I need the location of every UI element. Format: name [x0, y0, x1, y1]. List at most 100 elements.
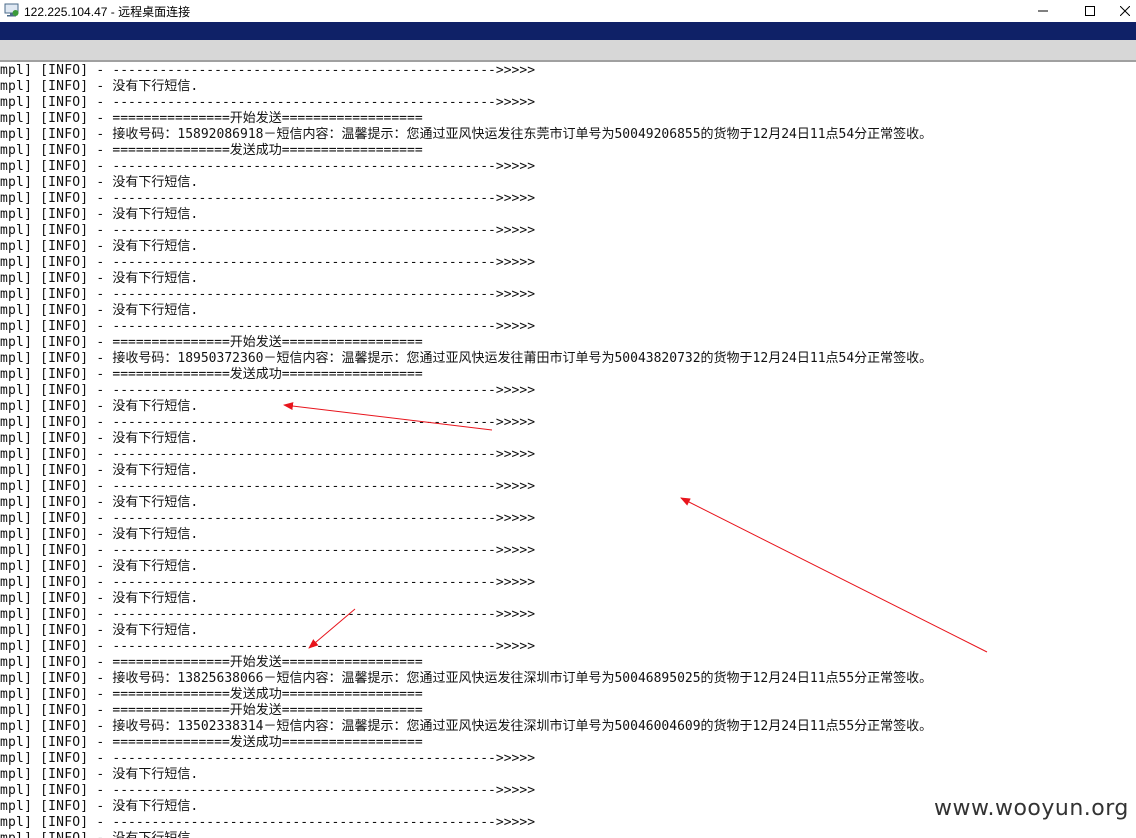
- log-line: mpl] [INFO] - --------------------------…: [0, 751, 535, 767]
- console-toolbar: [0, 40, 1136, 62]
- log-message: ----------------------------------------…: [112, 607, 536, 622]
- log-line: mpl] [INFO] - 没有下行短信.: [0, 303, 198, 319]
- log-prefix: mpl] [INFO] -: [0, 511, 113, 526]
- log-line: mpl] [INFO] - 没有下行短信.: [0, 495, 198, 511]
- log-prefix: mpl] [INFO] -: [0, 143, 113, 158]
- log-prefix: mpl] [INFO] -: [0, 687, 113, 702]
- log-prefix: mpl] [INFO] -: [0, 479, 113, 494]
- log-prefix: mpl] [INFO] -: [0, 639, 113, 654]
- log-prefix: mpl] [INFO] -: [0, 191, 113, 206]
- log-prefix: mpl] [INFO] -: [0, 111, 113, 126]
- log-message: ----------------------------------------…: [112, 447, 536, 462]
- log-line: mpl] [INFO] - 没有下行短信.: [0, 239, 198, 255]
- log-message: ----------------------------------------…: [112, 575, 536, 590]
- log-line: mpl] [INFO] - ===============发送成功=======…: [0, 367, 423, 383]
- log-prefix: mpl] [INFO] -: [0, 399, 113, 414]
- log-line: mpl] [INFO] - --------------------------…: [0, 783, 535, 799]
- log-line: mpl] [INFO] - --------------------------…: [0, 639, 535, 655]
- log-message: ===============开始发送==================: [112, 703, 423, 718]
- log-prefix: mpl] [INFO] -: [0, 367, 113, 382]
- log-line: mpl] [INFO] - 没有下行短信.: [0, 623, 198, 639]
- window-titlebar[interactable]: 122.225.104.47 - 远程桌面连接: [0, 0, 1136, 22]
- log-line: mpl] [INFO] - --------------------------…: [0, 255, 535, 271]
- console-output[interactable]: mpl] [INFO] - --------------------------…: [0, 62, 1136, 838]
- log-line: mpl] [INFO] - 接收号码：18950372360－短信内容：温馨提示…: [0, 351, 932, 367]
- log-prefix: mpl] [INFO] -: [0, 543, 113, 558]
- log-message: 没有下行短信.: [112, 591, 199, 606]
- log-prefix: mpl] [INFO] -: [0, 127, 113, 142]
- log-line: mpl] [INFO] - 没有下行短信.: [0, 79, 198, 95]
- log-prefix: mpl] [INFO] -: [0, 383, 113, 398]
- log-line: mpl] [INFO] - --------------------------…: [0, 815, 535, 831]
- log-message: ===============开始发送==================: [112, 111, 423, 126]
- log-line: mpl] [INFO] - --------------------------…: [0, 191, 535, 207]
- log-prefix: mpl] [INFO] -: [0, 751, 113, 766]
- log-line: mpl] [INFO] - --------------------------…: [0, 511, 535, 527]
- log-message: ----------------------------------------…: [112, 255, 536, 270]
- log-line: mpl] [INFO] - 没有下行短信.: [0, 431, 198, 447]
- log-line: mpl] [INFO] - ===============发送成功=======…: [0, 687, 423, 703]
- log-prefix: mpl] [INFO] -: [0, 415, 113, 430]
- log-line: mpl] [INFO] - --------------------------…: [0, 415, 535, 431]
- log-message: 没有下行短信.: [112, 495, 199, 510]
- log-message: ----------------------------------------…: [112, 223, 536, 238]
- log-line: mpl] [INFO] - 没有下行短信.: [0, 831, 198, 838]
- log-prefix: mpl] [INFO] -: [0, 735, 113, 750]
- log-message: 接收号码：13502338314－短信内容：温馨提示：您通过亚风快运发往深圳市订…: [112, 719, 933, 734]
- watermark: www.wooyun.org: [930, 796, 1133, 821]
- log-prefix: mpl] [INFO] -: [0, 655, 113, 670]
- minimize-icon: [1038, 10, 1048, 12]
- log-message: ===============发送成功==================: [112, 367, 423, 382]
- log-line: mpl] [INFO] - ===============开始发送=======…: [0, 703, 423, 719]
- log-message: ----------------------------------------…: [112, 415, 536, 430]
- window-title: 122.225.104.47 - 远程桌面连接: [24, 5, 191, 19]
- log-message: 没有下行短信.: [112, 303, 199, 318]
- log-line: mpl] [INFO] - --------------------------…: [0, 319, 535, 335]
- log-prefix: mpl] [INFO] -: [0, 559, 113, 574]
- log-prefix: mpl] [INFO] -: [0, 591, 113, 606]
- log-line: mpl] [INFO] - ===============发送成功=======…: [0, 735, 423, 751]
- log-message: 没有下行短信.: [112, 527, 199, 542]
- log-line: mpl] [INFO] - --------------------------…: [0, 95, 535, 111]
- log-line: mpl] [INFO] - 没有下行短信.: [0, 799, 198, 815]
- remote-session-bar: [0, 22, 1136, 40]
- log-prefix: mpl] [INFO] -: [0, 319, 113, 334]
- log-line: mpl] [INFO] - 没有下行短信.: [0, 591, 198, 607]
- log-prefix: mpl] [INFO] -: [0, 239, 113, 254]
- log-prefix: mpl] [INFO] -: [0, 831, 112, 838]
- log-prefix: mpl] [INFO] -: [0, 287, 113, 302]
- log-prefix: mpl] [INFO] -: [0, 463, 113, 478]
- log-message: ----------------------------------------…: [112, 159, 536, 174]
- log-prefix: mpl] [INFO] -: [0, 207, 113, 222]
- log-message: 没有下行短信.: [112, 207, 199, 222]
- log-prefix: mpl] [INFO] -: [0, 95, 113, 110]
- log-message: 没有下行短信.: [112, 463, 199, 478]
- log-line: mpl] [INFO] - --------------------------…: [0, 159, 535, 175]
- log-prefix: mpl] [INFO] -: [0, 575, 113, 590]
- close-button[interactable]: [1113, 0, 1136, 22]
- log-line: mpl] [INFO] - --------------------------…: [0, 447, 535, 463]
- log-message: ----------------------------------------…: [112, 815, 536, 830]
- log-line: mpl] [INFO] - 接收号码：13825638066－短信内容：温馨提示…: [0, 671, 932, 687]
- log-message: 没有下行短信.: [112, 271, 199, 286]
- log-message: ----------------------------------------…: [112, 383, 536, 398]
- log-message: ===============开始发送==================: [112, 335, 423, 350]
- maximize-button[interactable]: [1067, 0, 1113, 22]
- log-prefix: mpl] [INFO] -: [0, 431, 113, 446]
- log-prefix: mpl] [INFO] -: [0, 63, 113, 78]
- log-line: mpl] [INFO] - 没有下行短信.: [0, 207, 198, 223]
- log-prefix: mpl] [INFO] -: [0, 799, 113, 814]
- log-message: 没有下行短信.: [112, 623, 199, 638]
- log-message: ===============发送成功==================: [112, 687, 423, 702]
- log-prefix: mpl] [INFO] -: [0, 719, 113, 734]
- log-line: mpl] [INFO] - 没有下行短信.: [0, 767, 198, 783]
- log-message: ===============开始发送==================: [112, 655, 423, 670]
- log-message: ----------------------------------------…: [112, 751, 536, 766]
- log-line: mpl] [INFO] - --------------------------…: [0, 575, 535, 591]
- maximize-icon: [1085, 6, 1095, 16]
- remote-desktop-icon: [4, 3, 19, 17]
- minimize-button[interactable]: [1020, 0, 1066, 22]
- log-message: 接收号码：15892086918－短信内容：温馨提示：您通过亚风快运发往东莞市订…: [112, 127, 933, 142]
- log-message: ----------------------------------------…: [112, 639, 536, 654]
- log-message: 没有下行短信.: [112, 831, 198, 838]
